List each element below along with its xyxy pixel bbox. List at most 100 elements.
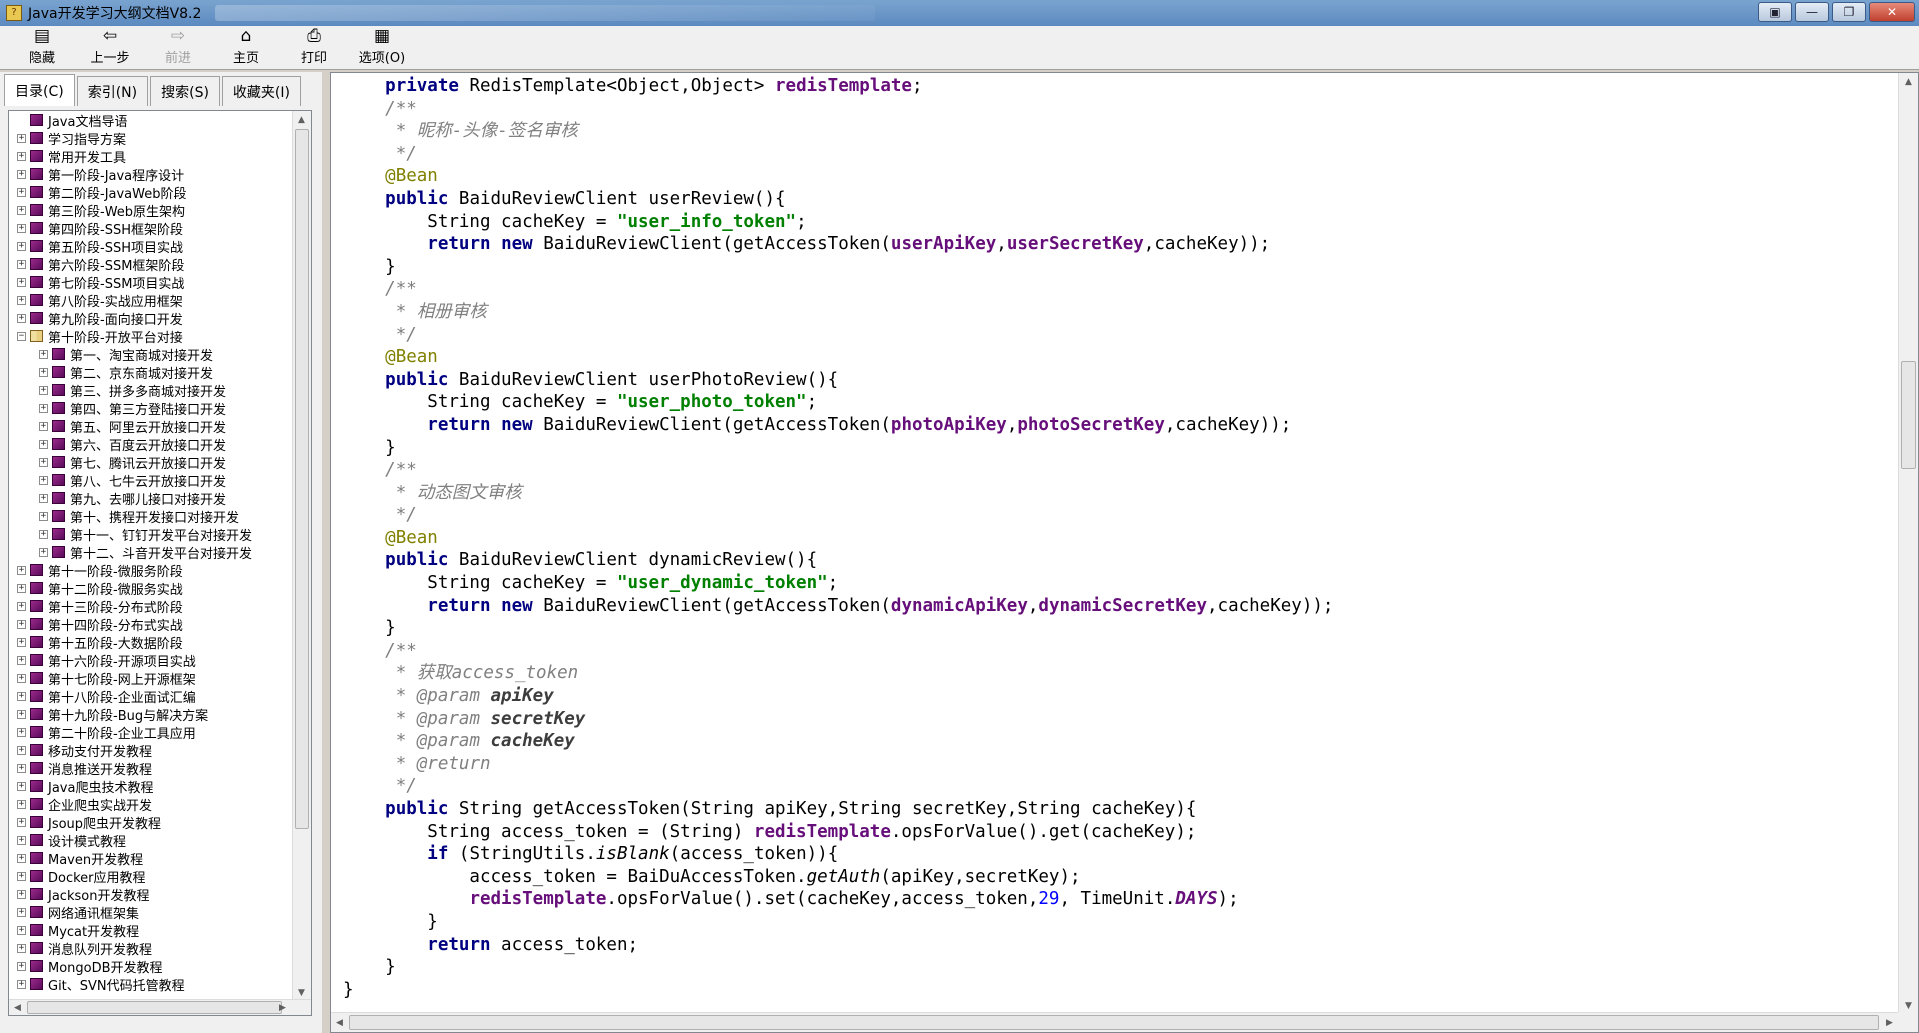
expand-icon[interactable]: +	[39, 493, 48, 503]
tree-item[interactable]: + 第十、携程开发接口对接开发	[9, 507, 292, 526]
tree-item[interactable]: + Jackson开发教程	[9, 885, 292, 904]
restore-layout-icon[interactable]: ▣	[1758, 2, 1792, 22]
expand-icon[interactable]: +	[17, 943, 26, 953]
tree-hscroll-thumb[interactable]	[27, 1001, 282, 1014]
expand-icon[interactable]: +	[17, 619, 26, 629]
tree-item[interactable]: + 第五阶段-SSH项目实战	[9, 237, 292, 256]
expand-icon[interactable]: +	[17, 835, 26, 845]
expand-icon[interactable]: +	[17, 691, 26, 701]
tree-item[interactable]: + 第一、淘宝商城对接开发	[9, 345, 292, 364]
tree-item[interactable]: + Mycat开发教程	[9, 921, 292, 940]
toolbar-button-2[interactable]: ⇨ 前进	[144, 27, 212, 69]
expand-icon[interactable]: +	[39, 511, 48, 521]
tree-horizontal-scrollbar[interactable]: ◀ ▶	[9, 999, 311, 1015]
tree-item[interactable]: + 第十六阶段-开源项目实战	[9, 651, 292, 670]
tree-item[interactable]: + 第十四阶段-分布式实战	[9, 615, 292, 634]
expand-icon[interactable]: +	[39, 475, 48, 485]
expand-icon[interactable]: +	[17, 673, 26, 683]
tree-item[interactable]: + 第十一阶段-微服务阶段	[9, 561, 292, 580]
expand-icon[interactable]: +	[17, 151, 26, 161]
expand-icon[interactable]: +	[17, 961, 26, 971]
tree-item[interactable]: + 第九、去哪儿接口对接开发	[9, 489, 292, 508]
pane-splitter[interactable]	[322, 72, 330, 1033]
expand-icon[interactable]: +	[17, 583, 26, 593]
tree-item[interactable]: + 第二阶段-JavaWeb阶段	[9, 183, 292, 202]
expand-icon[interactable]: +	[39, 457, 48, 467]
expand-icon[interactable]: +	[17, 781, 26, 791]
expand-icon[interactable]: +	[17, 241, 26, 251]
tree-item[interactable]: + 第十三阶段-分布式阶段	[9, 597, 292, 616]
expand-icon[interactable]: +	[17, 709, 26, 719]
tree-item[interactable]: + 网络通讯框架集	[9, 903, 292, 922]
expand-icon[interactable]: +	[17, 925, 26, 935]
tree-item[interactable]: + 第七、腾讯云开放接口开发	[9, 453, 292, 472]
expand-icon[interactable]: +	[17, 259, 26, 269]
toolbar-button-3[interactable]: ⌂ 主页	[212, 27, 280, 69]
tree-item[interactable]: + 第十二阶段-微服务实战	[9, 579, 292, 598]
tree-item[interactable]: Java文档导语	[9, 111, 292, 130]
expand-icon[interactable]: +	[39, 349, 48, 359]
tree-item[interactable]: + 第四、第三方登陆接口开发	[9, 399, 292, 418]
tree-item[interactable]: + 学习指导方案	[9, 129, 292, 148]
scroll-right-icon[interactable]: ▶	[1881, 1014, 1898, 1031]
expand-icon[interactable]: +	[17, 799, 26, 809]
tree-item[interactable]: + 第六、百度云开放接口开发	[9, 435, 292, 454]
tree-item[interactable]: + 企业爬虫实战开发	[9, 795, 292, 814]
expand-icon[interactable]: +	[17, 871, 26, 881]
expand-icon[interactable]: +	[39, 385, 48, 395]
tree-item[interactable]: + Docker应用教程	[9, 867, 292, 886]
tab-0[interactable]: 目录(C)	[4, 74, 75, 106]
maximize-button[interactable]: ❐	[1832, 2, 1866, 22]
expand-icon[interactable]: +	[17, 187, 26, 197]
collapse-icon[interactable]: −	[17, 331, 26, 341]
expand-icon[interactable]: +	[17, 565, 26, 575]
tree-item[interactable]: + 第五、阿里云开放接口开发	[9, 417, 292, 436]
tree-item[interactable]: + 第十七阶段-网上开源框架	[9, 669, 292, 688]
scroll-right-icon[interactable]: ▶	[274, 1000, 291, 1015]
expand-icon[interactable]: +	[17, 313, 26, 323]
toolbar-button-1[interactable]: ⇦ 上一步	[76, 27, 144, 69]
tree-item[interactable]: + 第一阶段-Java程序设计	[9, 165, 292, 184]
content-horizontal-scrollbar[interactable]: ◀ ▶	[331, 1012, 1900, 1032]
tree-item[interactable]: + 第三阶段-Web原生架构	[9, 201, 292, 220]
tree-item[interactable]: + Java爬虫技术教程	[9, 777, 292, 796]
expand-icon[interactable]: +	[39, 403, 48, 413]
expand-icon[interactable]: +	[17, 745, 26, 755]
tree-item[interactable]: + 第三、拼多多商城对接开发	[9, 381, 292, 400]
tree-item[interactable]: + Git、SVN代码托管教程	[9, 975, 292, 994]
tree-item[interactable]: + 消息推送开发教程	[9, 759, 292, 778]
tree-vertical-scrollbar[interactable]: ▲ ▼	[292, 111, 311, 1001]
tree-item[interactable]: + 消息队列开发教程	[9, 939, 292, 958]
tab-3[interactable]: 收藏夹(I)	[221, 76, 301, 106]
expand-icon[interactable]: +	[17, 817, 26, 827]
expand-icon[interactable]: +	[17, 979, 26, 989]
expand-icon[interactable]: +	[39, 547, 48, 557]
tree-item[interactable]: − 第十阶段-开放平台对接	[9, 327, 292, 346]
scroll-left-icon[interactable]: ◀	[9, 1000, 26, 1015]
tree-item[interactable]: + 第八阶段-实战应用框架	[9, 291, 292, 310]
expand-icon[interactable]: +	[17, 205, 26, 215]
tree-item[interactable]: + Jsoup爬虫开发教程	[9, 813, 292, 832]
tree-item[interactable]: + 第九阶段-面向接口开发	[9, 309, 292, 328]
minimize-button[interactable]: —	[1795, 2, 1829, 22]
tree-item[interactable]: + 第二、京东商城对接开发	[9, 363, 292, 382]
expand-icon[interactable]: +	[17, 889, 26, 899]
tree-item[interactable]: + 设计模式教程	[9, 831, 292, 850]
expand-icon[interactable]: +	[39, 529, 48, 539]
tree-item[interactable]: + 第六阶段-SSM框架阶段	[9, 255, 292, 274]
toolbar-button-5[interactable]: ▦ 选项(O)	[348, 27, 416, 69]
tree-scroll-thumb[interactable]	[295, 129, 309, 829]
expand-icon[interactable]: +	[39, 367, 48, 377]
tree-item[interactable]: + 移动支付开发教程	[9, 741, 292, 760]
expand-icon[interactable]: +	[17, 133, 26, 143]
expand-icon[interactable]: +	[39, 439, 48, 449]
expand-icon[interactable]: +	[17, 601, 26, 611]
tree-item[interactable]: + 常用开发工具	[9, 147, 292, 166]
tree-item[interactable]: + 第十五阶段-大数据阶段	[9, 633, 292, 652]
close-button[interactable]: ✕	[1869, 2, 1915, 22]
content-scroll-thumb[interactable]	[1901, 361, 1916, 469]
expand-icon[interactable]: +	[17, 277, 26, 287]
tree-item[interactable]: + 第十八阶段-企业面试汇编	[9, 687, 292, 706]
expand-icon[interactable]: +	[39, 421, 48, 431]
tree-item[interactable]: + 第十九阶段-Bug与解决方案	[9, 705, 292, 724]
